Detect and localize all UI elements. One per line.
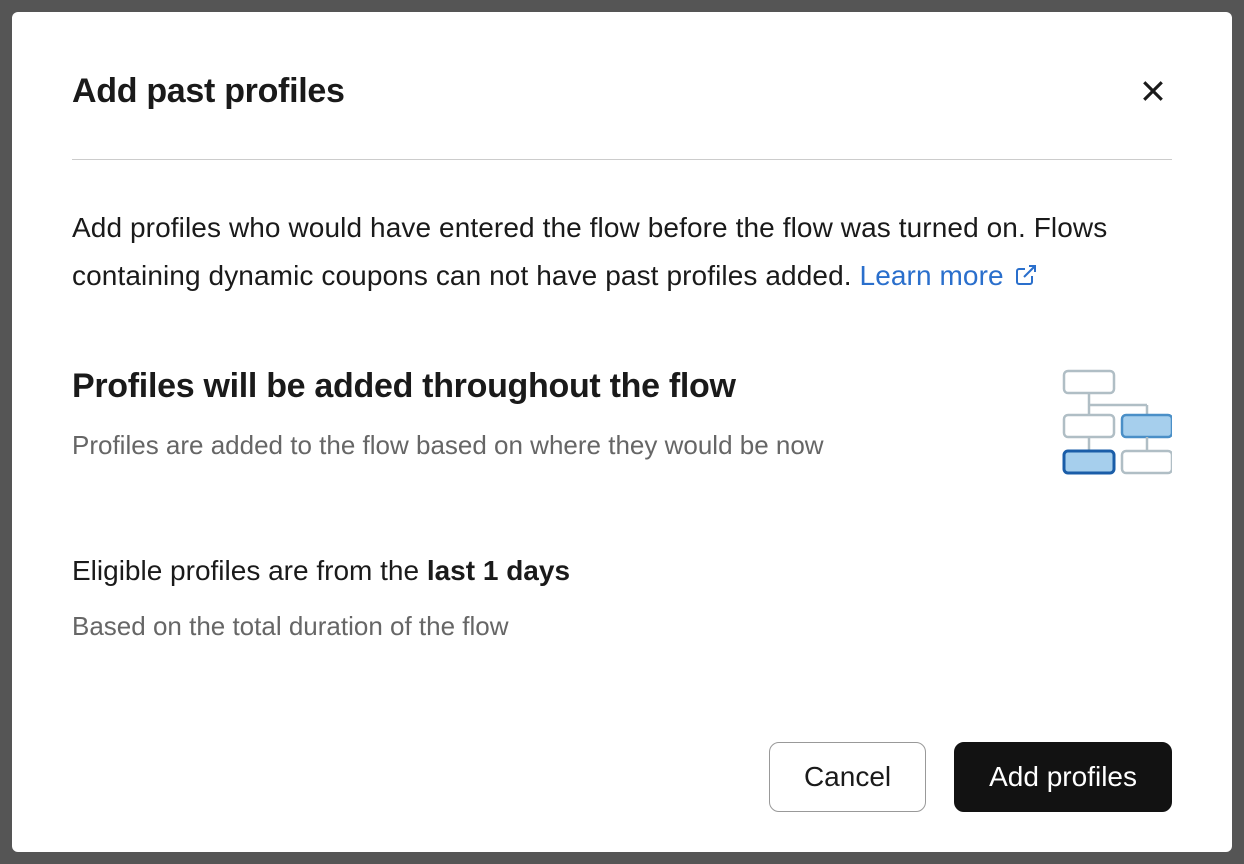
close-icon: [1138, 76, 1168, 106]
external-link-icon: [1014, 263, 1038, 287]
section-heading: Profiles will be added throughout the fl…: [72, 367, 1012, 406]
close-button[interactable]: [1134, 72, 1172, 110]
section-block: Profiles will be added throughout the fl…: [72, 367, 1172, 487]
modal-body: Add profiles who would have entered the …: [72, 160, 1172, 702]
eligibility-duration: last 1 days: [427, 555, 570, 586]
section-text: Profiles will be added throughout the fl…: [72, 367, 1012, 465]
cancel-button[interactable]: Cancel: [769, 742, 926, 812]
eligibility-text: Eligible profiles are from the last 1 da…: [72, 555, 1172, 587]
modal-description: Add profiles who would have entered the …: [72, 204, 1172, 299]
flow-diagram-icon: [1052, 367, 1172, 487]
add-profiles-button[interactable]: Add profiles: [954, 742, 1172, 812]
section-subtext: Profiles are added to the flow based on …: [72, 426, 1012, 465]
modal-footer: Cancel Add profiles: [72, 742, 1172, 812]
eligibility-prefix: Eligible profiles are from the: [72, 555, 427, 586]
learn-more-label: Learn more: [860, 252, 1004, 300]
modal-title: Add past profiles: [72, 72, 345, 111]
eligibility-block: Eligible profiles are from the last 1 da…: [72, 555, 1172, 642]
modal-header: Add past profiles: [72, 72, 1172, 160]
add-past-profiles-modal: Add past profiles Add profiles who would…: [12, 12, 1232, 852]
eligibility-subtext: Based on the total duration of the flow: [72, 611, 1172, 642]
modal-overlay: Add past profiles Add profiles who would…: [0, 0, 1244, 864]
learn-more-link[interactable]: Learn more: [860, 252, 1038, 300]
